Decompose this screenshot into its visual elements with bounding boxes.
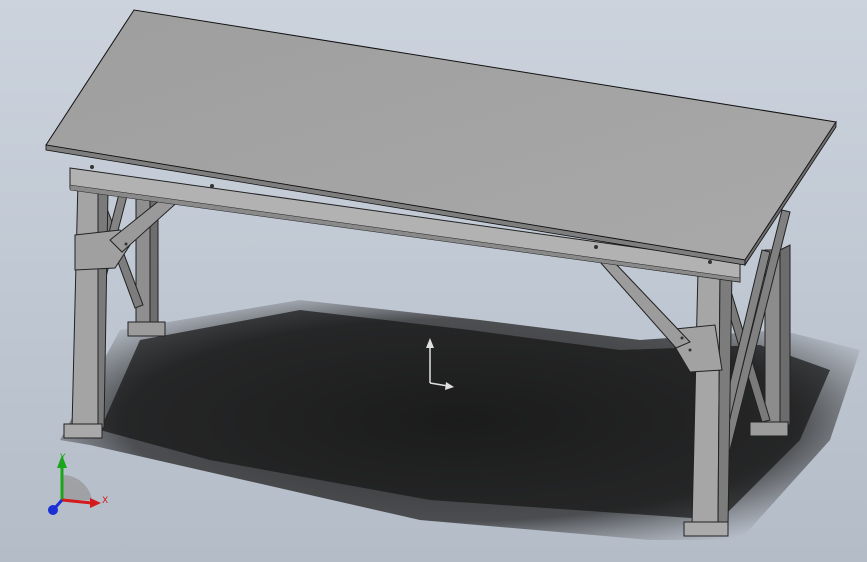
graphics-viewport[interactable]: Y X (0, 0, 867, 562)
coordinate-triad[interactable]: Y X (48, 453, 108, 515)
triad-x-axis (61, 498, 93, 505)
triad-x-label: X (102, 496, 108, 506)
triad-plane-icon (62, 474, 92, 500)
model-canvas[interactable]: Y X (0, 0, 867, 562)
triad-y-label: Y (59, 453, 66, 463)
triad-z-arrow-icon (48, 505, 58, 515)
triad-x-arrow-icon (90, 498, 101, 508)
strut-front-right[interactable] (598, 261, 691, 349)
